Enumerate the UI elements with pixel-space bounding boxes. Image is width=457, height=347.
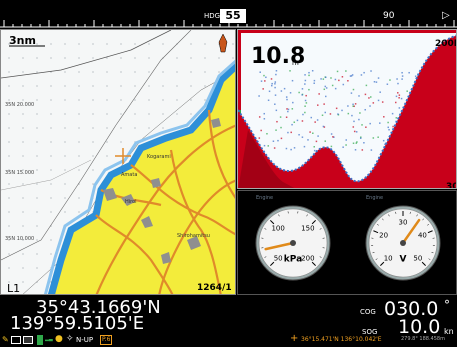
gauge-tick-label: 10 [384, 254, 393, 262]
gauge-tick-label: 30 [399, 219, 408, 227]
heading-bar: HDG 55 90 ▷ [0, 0, 457, 28]
gauge-tick-label: 100 [271, 225, 284, 233]
sonar-pane[interactable]: 10.8 m 200KC 30 [237, 29, 457, 189]
sonar-frequency: 200KC [435, 39, 456, 49]
layout-icon[interactable] [23, 336, 33, 344]
gauge-unit: kPa [284, 255, 302, 265]
gauge-tick-label: 200 [301, 254, 314, 262]
cog-unit: ° [444, 298, 450, 312]
cursor-tool-icon[interactable]: ✎ [2, 335, 10, 344]
chart-pane[interactable]: 3nm Kogarami Amata Hiroi Shirohamitsu 35… [0, 29, 236, 295]
battery-icon [37, 335, 43, 345]
gauge-tick-label: 150 [301, 225, 314, 233]
chevron-right-icon[interactable]: ▷ [442, 10, 450, 21]
longitude-value: 139°59.5105'E [10, 313, 145, 334]
status-bar: ✎ ▂▃ ● ✧ N-UP P.6 + 36°15.471'N 136°10.0… [0, 333, 457, 347]
signal-icon: ▂▃ [45, 336, 53, 342]
nautical-chart[interactable] [1, 30, 236, 295]
pressure-gauge[interactable]: 50 100 150 200kPa [255, 205, 331, 281]
sonar-scale-bottom: 30 [446, 182, 456, 189]
heading-tick-label: 90 [383, 11, 395, 21]
gauge-pane[interactable]: Engine Engine 50 100 150 200 kPa 10 20 30 40 50 V [237, 190, 457, 295]
town-label: Shirohamitsu [177, 233, 210, 239]
gauge-tick-label: 20 [379, 231, 388, 239]
town-label: Hiroi [125, 199, 137, 205]
heading-value: 55 [220, 9, 246, 23]
cog-label: COG [360, 308, 376, 316]
chart-layer-label: L1 [7, 282, 21, 295]
town-label: Amata [121, 172, 138, 178]
latitude-label: 35N 15.000 [5, 170, 35, 176]
latitude-label: 35N 10.000 [5, 236, 35, 242]
gauge-tick-label: 50 [413, 254, 422, 262]
crosshair-icon: + [290, 333, 299, 344]
screen-icon[interactable] [11, 336, 21, 344]
gauges-svg: 50 100 150 200kPa 10 20 30 40 50 V [255, 205, 441, 281]
chart-scale: 3nm [9, 34, 36, 47]
sonar-depth-unit: m [292, 59, 299, 67]
compass-icon[interactable]: ✧ [66, 334, 74, 344]
gauge-unit: V [400, 255, 407, 265]
orientation-mode[interactable]: N-UP [76, 336, 93, 344]
town-label: Kogarami [147, 154, 171, 160]
latitude-label: 35N 20.000 [5, 102, 35, 108]
chart-zoom-label: 1264/1 [197, 283, 232, 293]
voltage-gauge[interactable]: 10 20 30 40 50 V [365, 205, 441, 281]
heading-label: HDG [204, 12, 221, 20]
page-badge[interactable]: P.6 [100, 335, 113, 345]
location-pin-icon[interactable]: ● [55, 334, 63, 344]
gauge-tick-label: 50 [274, 254, 283, 262]
gauge-tick-label: 40 [418, 231, 427, 239]
cursor-bearing-distance: 279.8° 188.458m [401, 336, 445, 342]
cursor-position: 36°15.471'N 136°10.042'E [301, 336, 382, 343]
